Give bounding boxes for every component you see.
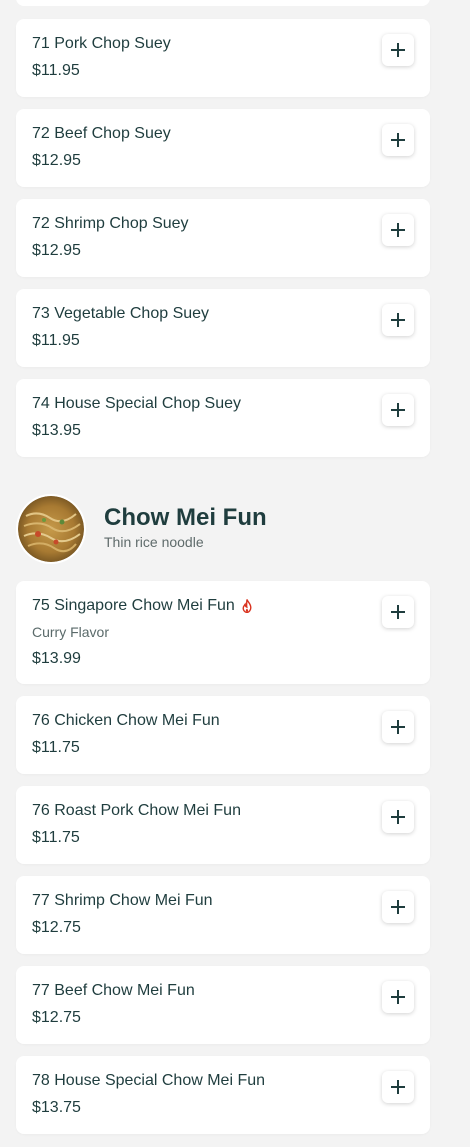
item-description: Curry Flavor <box>32 624 110 640</box>
item-price: $11.95 <box>32 332 80 349</box>
item-price: $12.95 <box>32 152 81 169</box>
item-name: 74 House Special Chop Suey <box>32 395 242 412</box>
add-item-button[interactable] <box>382 124 414 156</box>
plus-icon <box>391 43 405 57</box>
plus-icon <box>391 990 405 1004</box>
menu-item-card[interactable]: 71 Pork Chop Suey $11.95 <box>16 19 430 97</box>
item-name: 72 Beef Chop Suey <box>32 125 171 142</box>
plus-icon <box>391 1080 405 1094</box>
menu-item-card[interactable]: 76 Roast Pork Chow Mei Fun $11.75 <box>16 786 430 864</box>
plus-icon <box>391 403 405 417</box>
item-name: 77 Beef Chow Mei Fun <box>32 982 195 999</box>
category-title: Chow Mei Fun <box>104 504 267 531</box>
item-price: $13.75 <box>32 1099 81 1116</box>
menu-item-card[interactable]: 72 Beef Chop Suey $12.95 <box>16 109 430 187</box>
item-name: 76 Chicken Chow Mei Fun <box>32 712 220 729</box>
plus-icon <box>391 133 405 147</box>
item-name: 72 Shrimp Chop Suey <box>32 215 189 232</box>
previous-menu-card <box>16 0 430 6</box>
item-name: 75 Singapore Chow Mei Fun <box>32 597 253 615</box>
plus-icon <box>391 900 405 914</box>
add-item-button[interactable] <box>382 711 414 743</box>
add-item-button[interactable] <box>382 304 414 336</box>
menu-item-card[interactable]: 73 Vegetable Chop Suey $11.95 <box>16 289 430 367</box>
add-item-button[interactable] <box>382 596 414 628</box>
plus-icon <box>391 313 405 327</box>
flame-icon <box>242 599 252 613</box>
item-name: 73 Vegetable Chop Suey <box>32 305 210 322</box>
item-name: 71 Pork Chop Suey <box>32 35 171 52</box>
item-price: $11.75 <box>32 739 80 756</box>
item-price: $12.95 <box>32 242 81 259</box>
menu-item-card[interactable]: 74 House Special Chop Suey $13.95 <box>16 379 430 457</box>
item-price: $13.99 <box>32 650 81 667</box>
plus-icon <box>391 720 405 734</box>
menu-item-card[interactable]: 77 Shrimp Chow Mei Fun $12.75 <box>16 876 430 954</box>
item-name: 77 Shrimp Chow Mei Fun <box>32 892 213 909</box>
add-item-button[interactable] <box>382 394 414 426</box>
category-header: Chow Mei Fun Thin rice noodle <box>16 494 430 566</box>
add-item-button[interactable] <box>382 891 414 923</box>
category-subtitle: Thin rice noodle <box>104 534 204 550</box>
add-item-button[interactable] <box>382 801 414 833</box>
item-name: 78 House Special Chow Mei Fun <box>32 1072 266 1089</box>
item-price: $11.95 <box>32 62 80 79</box>
item-name-text: 75 Singapore Chow Mei Fun <box>32 597 235 614</box>
plus-icon <box>391 605 405 619</box>
add-item-button[interactable] <box>382 214 414 246</box>
plus-icon <box>391 223 405 237</box>
menu-item-card[interactable]: 76 Chicken Chow Mei Fun $11.75 <box>16 696 430 774</box>
menu-item-card[interactable]: 78 House Special Chow Mei Fun $13.75 <box>16 1056 430 1134</box>
item-price: $13.95 <box>32 422 81 439</box>
add-item-button[interactable] <box>382 981 414 1013</box>
plus-icon <box>391 810 405 824</box>
add-item-button[interactable] <box>382 34 414 66</box>
menu-item-card[interactable]: 72 Shrimp Chop Suey $12.95 <box>16 199 430 277</box>
item-price: $11.75 <box>32 829 80 846</box>
add-item-button[interactable] <box>382 1071 414 1103</box>
item-price: $12.75 <box>32 919 81 936</box>
noodle-dish-image <box>18 496 84 562</box>
item-price: $12.75 <box>32 1009 81 1026</box>
menu-item-card[interactable]: 75 Singapore Chow Mei Fun Curry Flavor $… <box>16 581 430 684</box>
item-name: 76 Roast Pork Chow Mei Fun <box>32 802 241 819</box>
menu-item-card[interactable]: 77 Beef Chow Mei Fun $12.75 <box>16 966 430 1044</box>
